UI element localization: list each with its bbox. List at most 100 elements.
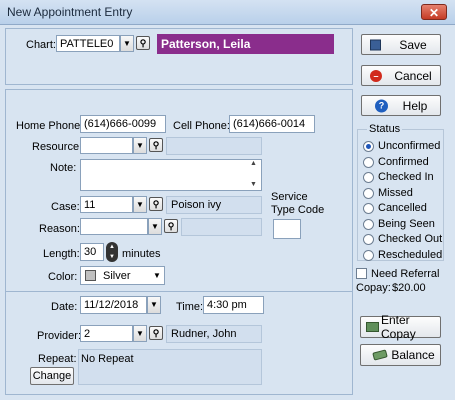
chevron-down-icon: ▼ (136, 329, 144, 338)
status-option-label: Missed (378, 186, 413, 199)
need-referral-checkbox[interactable] (356, 268, 367, 279)
case-description: Poison ivy (166, 196, 262, 214)
cancel-label: Cancel (394, 68, 432, 83)
help-button[interactable]: ? Help (361, 95, 441, 116)
chart-dropdown-button[interactable]: ▼ (120, 35, 134, 52)
case-search-button[interactable]: ⚲ (149, 197, 163, 211)
enter-copay-label: Enter Copay (381, 313, 416, 341)
reason-label: Reason: (39, 223, 80, 235)
time-input[interactable]: 4:30 pm (203, 296, 264, 314)
balance-label: Balance (391, 348, 435, 362)
balance-button[interactable]: Balance (360, 344, 441, 366)
chevron-down-icon: ▼ (136, 141, 144, 150)
note-label: Note: (50, 162, 77, 174)
provider-input[interactable]: 2 (80, 325, 133, 342)
patient-name-display: Patterson, Leila (157, 34, 334, 54)
resource-search-button[interactable]: ⚲ (149, 138, 163, 152)
need-referral-label: Need Referral (371, 268, 440, 280)
status-radio-checked-in[interactable] (363, 172, 374, 183)
chevron-down-icon: ▼ (150, 300, 158, 309)
status-option-label: Cancelled (378, 202, 427, 214)
cell-phone-input[interactable]: (614)666-0014 (229, 115, 315, 133)
case-dropdown-button[interactable]: ▼ (133, 196, 147, 213)
date-label: Date: (51, 301, 78, 313)
save-button[interactable]: Save (361, 34, 441, 55)
resource-label: Resource: (32, 141, 83, 153)
note-scroll-down-icon[interactable]: ▼ (250, 181, 257, 188)
chart-label: Chart: (26, 39, 56, 51)
change-repeat-label: Change (32, 370, 72, 382)
status-option-label: Checked In (378, 171, 434, 183)
length-stepper[interactable]: ▲ ▼ (106, 242, 118, 262)
magnifier-icon: ⚲ (152, 199, 160, 209)
resource-input[interactable] (80, 137, 133, 154)
status-title: Status (367, 123, 403, 135)
money-icon (366, 322, 379, 332)
chart-search-button[interactable]: ⚲ (136, 36, 150, 50)
time-label: Time: (176, 301, 204, 313)
status-option-label: Unconfirmed (378, 140, 441, 152)
repeat-value: No Repeat (81, 353, 134, 365)
reason-search-button[interactable]: ⚲ (164, 219, 178, 233)
status-option-label: Checked Out (378, 233, 443, 245)
floppy-icon (370, 39, 381, 50)
reason-dropdown-button[interactable]: ▼ (148, 218, 162, 235)
note-textarea[interactable] (80, 159, 262, 191)
separator (6, 291, 352, 292)
magnifier-icon: ⚲ (152, 140, 160, 150)
status-radio-unconfirmed[interactable] (363, 141, 374, 152)
service-type-input[interactable] (273, 219, 301, 239)
status-radio-missed[interactable] (363, 187, 374, 199)
status-radio-checked-out[interactable] (363, 234, 374, 245)
provider-search-button[interactable]: ⚲ (149, 326, 163, 340)
chevron-down-icon: ▼ (151, 222, 159, 231)
service-type-label-line2: Type Code (271, 204, 325, 216)
status-option-label: Rescheduled (378, 248, 443, 261)
length-input[interactable]: 30 (80, 243, 104, 261)
close-button[interactable]: ✕ (421, 4, 447, 20)
length-unit: minutes (122, 248, 161, 260)
magnifier-icon: ⚲ (139, 38, 147, 48)
help-label: Help (402, 98, 428, 113)
status-radio-confirmed[interactable] (363, 156, 374, 168)
window-title: New Appointment Entry (7, 5, 133, 19)
change-repeat-button[interactable]: Change (30, 367, 74, 385)
question-icon: ? (375, 99, 388, 112)
reason-description (181, 218, 262, 236)
enter-copay-button[interactable]: Enter Copay (360, 313, 441, 341)
repeat-label: Repeat: (38, 353, 77, 365)
length-up-icon[interactable]: ▲ (106, 242, 118, 252)
service-type-label-line1: Service (271, 191, 308, 203)
cash-icon (372, 349, 388, 361)
home-phone-input[interactable]: (614)666-0099 (80, 115, 166, 133)
length-down-icon[interactable]: ▼ (106, 252, 118, 262)
provider-dropdown-button[interactable]: ▼ (133, 325, 147, 342)
color-value: Silver (103, 270, 131, 282)
status-radio-rescheduled[interactable] (363, 249, 374, 261)
magnifier-icon: ⚲ (167, 221, 175, 231)
case-input[interactable]: 11 (80, 196, 133, 213)
cell-phone-label: Cell Phone: (173, 120, 230, 132)
provider-name: Rudner, John (166, 325, 262, 343)
color-label: Color: (48, 271, 78, 283)
date-input[interactable]: 11/12/2018 (80, 296, 147, 314)
home-phone-label: Home Phone: (16, 120, 84, 132)
chart-input[interactable]: PATTELE0 (56, 35, 120, 52)
note-scroll-up-icon[interactable]: ▲ (250, 160, 257, 167)
chevron-down-icon: ▼ (123, 39, 131, 48)
patient-name: Patterson, Leila (161, 37, 251, 51)
resource-description (166, 137, 262, 155)
length-label: Length: (43, 248, 80, 260)
resource-dropdown-button[interactable]: ▼ (133, 137, 147, 154)
copay-value: $20.00 (392, 282, 426, 294)
date-dropdown-button[interactable]: ▼ (147, 296, 161, 314)
color-swatch (85, 270, 96, 281)
color-select[interactable]: Silver ▼ (80, 266, 165, 285)
status-radio-being-seen[interactable] (363, 218, 374, 230)
cancel-button[interactable]: – Cancel (361, 65, 441, 86)
status-radio-cancelled[interactable] (363, 203, 374, 214)
chevron-down-icon: ▼ (136, 200, 144, 209)
status-option-label: Being Seen (378, 217, 435, 230)
reason-input[interactable] (80, 218, 148, 235)
save-label: Save (399, 37, 427, 52)
